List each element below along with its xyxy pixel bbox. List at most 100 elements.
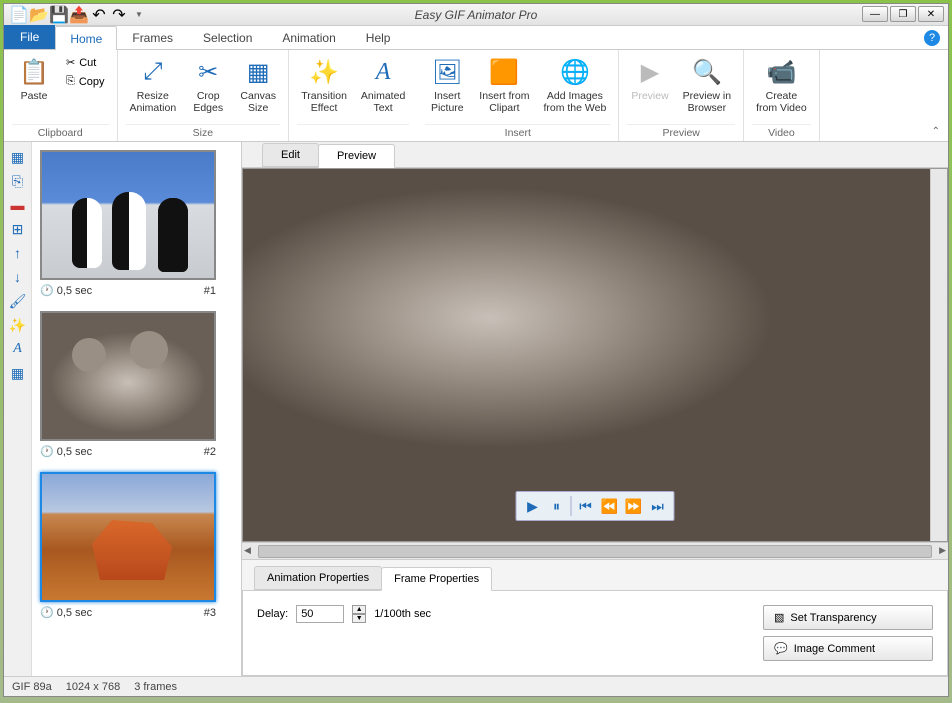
vertical-scrollbar[interactable] — [930, 169, 947, 541]
frame-duration: 0,5 sec — [57, 446, 92, 458]
horizontal-scrollbar[interactable]: ◀ ▶ — [242, 542, 948, 559]
qat-save-icon[interactable]: 💾 — [50, 6, 68, 24]
tool-frame-del-icon[interactable]: ▬ — [6, 194, 30, 216]
tab-edit[interactable]: Edit — [262, 143, 319, 167]
maximize-button[interactable]: ❐ — [890, 6, 916, 22]
text-icon: A — [367, 56, 399, 88]
preview-browser-button[interactable]: 🔍Preview in Browser — [679, 54, 735, 116]
first-frame-icon[interactable]: ⏮ — [576, 496, 596, 516]
tab-help[interactable]: Help — [351, 25, 406, 49]
delay-row: Delay: ▲ ▼ 1/100th sec — [257, 605, 431, 623]
qat-export-icon[interactable]: 📤 — [70, 6, 88, 24]
tool-grid-icon[interactable]: ▦ — [6, 362, 30, 384]
qat-new-icon[interactable]: 📄 — [10, 6, 28, 24]
scroll-left-icon[interactable]: ◀ — [244, 545, 251, 556]
preview-canvas: ▶ ⏸ ⏮ ⏪ ⏩ ⏭ — [242, 168, 948, 542]
properties-body: Delay: ▲ ▼ 1/100th sec ▧Set Transparency… — [242, 591, 948, 676]
pause-icon[interactable]: ⏸ — [547, 496, 567, 516]
crop-edges-button[interactable]: ✂Crop Edges — [186, 54, 230, 116]
clock-icon: 🕐 — [40, 445, 54, 458]
transition-effect-button[interactable]: ✨Transition Effect — [297, 54, 351, 116]
create-from-video-button[interactable]: 📹Create from Video — [752, 54, 811, 116]
spinner-down-icon[interactable]: ▼ — [352, 614, 366, 623]
ribbon-collapse-icon[interactable]: ⌃ — [932, 126, 940, 137]
insert-picture-button[interactable]: 🖼Insert Picture — [425, 54, 469, 116]
frame-image-3 — [40, 472, 216, 602]
prev-frame-icon[interactable]: ⏪ — [600, 496, 620, 516]
set-transparency-button[interactable]: ▧Set Transparency — [763, 605, 933, 630]
spinner-up-icon[interactable]: ▲ — [352, 605, 366, 614]
ribbon-group-effects: ✨Transition Effect AAnimated Text — [289, 50, 417, 141]
tab-home[interactable]: Home — [55, 26, 117, 50]
tool-move-up-icon[interactable]: ↑ — [6, 242, 30, 264]
preview-image — [243, 169, 947, 541]
frame-meta: 🕐0,5 sec #1 — [40, 284, 216, 297]
paste-button[interactable]: 📋 Paste — [12, 54, 56, 104]
tool-wand-icon[interactable]: ✨ — [6, 314, 30, 336]
tool-frame-add-icon[interactable]: ▦ — [6, 146, 30, 168]
resize-label: Resize Animation — [130, 90, 177, 114]
tool-paint-icon[interactable]: 🖌 — [6, 290, 30, 312]
preview-tabs: Edit Preview — [242, 142, 948, 168]
image-comment-button[interactable]: 💬Image Comment — [763, 636, 933, 661]
frame-thumb[interactable]: 🕐0,5 sec #3 — [40, 472, 233, 619]
delay-input[interactable] — [296, 605, 344, 623]
tab-preview[interactable]: Preview — [318, 144, 395, 168]
scroll-right-icon[interactable]: ▶ — [939, 545, 946, 556]
preview-button[interactable]: ▶Preview — [627, 54, 672, 104]
qat-dropdown-icon[interactable]: ▼ — [130, 6, 148, 24]
frame-index: #3 — [204, 607, 216, 619]
ribbon-group-preview: ▶Preview 🔍Preview in Browser Preview — [619, 50, 744, 141]
canvas-size-button[interactable]: ▦Canvas Size — [236, 54, 280, 116]
clock-icon: 🕐 — [40, 606, 54, 619]
crop-icon: ✂ — [192, 56, 224, 88]
globe-icon: 🌐 — [559, 56, 591, 88]
transparency-label: Set Transparency — [790, 612, 876, 624]
insert-clipart-button[interactable]: 🟧Insert from Clipart — [475, 54, 533, 116]
qat-open-icon[interactable]: 📂 — [30, 6, 48, 24]
tool-text-icon[interactable]: A — [6, 338, 30, 360]
copy-icon: ⎘ — [66, 75, 75, 88]
copy-button[interactable]: ⎘Copy — [62, 73, 109, 90]
ribbon-group-clipboard: 📋 Paste ✂Cut ⎘Copy Clipboard — [4, 50, 118, 141]
last-frame-icon[interactable]: ⏭ — [648, 496, 668, 516]
scroll-thumb[interactable] — [258, 545, 932, 558]
quick-access-toolbar: 📄 📂 💾 📤 ↶ ↷ ▼ — [4, 6, 148, 24]
frames-panel: 🕐0,5 sec #1 🕐0,5 sec #2 🕐0,5 sec #3 — [32, 142, 242, 676]
qat-redo-icon[interactable]: ↷ — [110, 6, 128, 24]
frame-index: #1 — [204, 285, 216, 297]
frame-duration: 0,5 sec — [57, 285, 92, 297]
tab-selection[interactable]: Selection — [188, 25, 267, 49]
window-controls: — ❐ ✕ — [862, 6, 944, 22]
help-icon[interactable]: ? — [924, 30, 940, 46]
tab-frames[interactable]: Frames — [117, 25, 188, 49]
animated-text-button[interactable]: AAnimated Text — [357, 54, 409, 116]
tool-frame-merge-icon[interactable]: ⊞ — [6, 218, 30, 240]
next-frame-icon[interactable]: ⏩ — [624, 496, 644, 516]
status-frame-count: 3 frames — [134, 681, 177, 693]
transition-label: Transition Effect — [301, 90, 347, 114]
main-area: ▦ ⎘ ▬ ⊞ ↑ ↓ 🖌 ✨ A ▦ 🕐0,5 sec #1 🕐0,5 — [4, 142, 948, 676]
canvas-label: Canvas Size — [240, 90, 276, 114]
tab-animation-properties[interactable]: Animation Properties — [254, 566, 382, 590]
minimize-button[interactable]: — — [862, 6, 888, 22]
tab-frame-properties[interactable]: Frame Properties — [381, 567, 492, 591]
play-icon[interactable]: ▶ — [523, 496, 543, 516]
frame-thumb[interactable]: 🕐0,5 sec #1 — [40, 150, 233, 297]
status-format: GIF 89a — [12, 681, 52, 693]
add-web-images-button[interactable]: 🌐Add Images from the Web — [539, 54, 610, 116]
tool-move-down-icon[interactable]: ↓ — [6, 266, 30, 288]
tool-frame-dup-icon[interactable]: ⎘ — [6, 170, 30, 192]
qat-undo-icon[interactable]: ↶ — [90, 6, 108, 24]
insert-picture-label: Insert Picture — [431, 90, 464, 114]
cut-button[interactable]: ✂Cut — [62, 54, 109, 71]
scissors-icon: ✂ — [66, 56, 75, 69]
tab-animation[interactable]: Animation — [267, 25, 350, 49]
paste-icon: 📋 — [18, 56, 50, 88]
frame-thumb[interactable]: 🕐0,5 sec #2 — [40, 311, 233, 458]
magnifier-icon: 🔍 — [691, 56, 723, 88]
close-button[interactable]: ✕ — [918, 6, 944, 22]
canvas-icon: ▦ — [242, 56, 274, 88]
resize-animation-button[interactable]: ⤢Resize Animation — [126, 54, 181, 116]
file-tab[interactable]: File — [4, 25, 55, 49]
